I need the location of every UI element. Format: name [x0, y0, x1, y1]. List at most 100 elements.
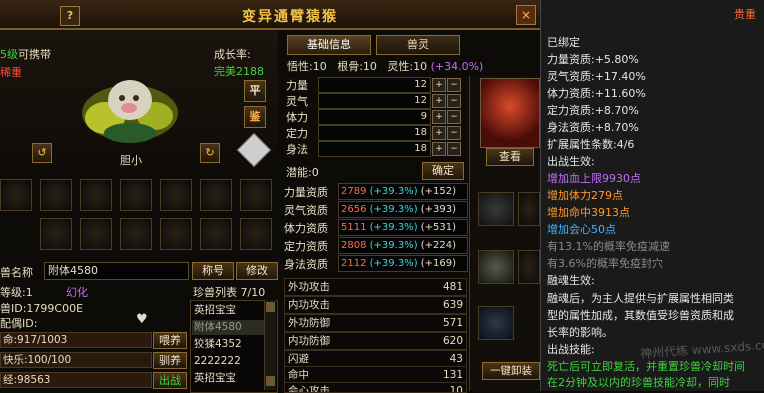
pet-id: 兽ID:1799C00E: [0, 302, 84, 315]
attrs-header: 悟性:10 根骨:10 灵性:10 (+34.0%): [287, 60, 484, 73]
carry-level: 5级可携带: [0, 48, 51, 61]
feed-button[interactable]: 喂养: [153, 332, 187, 349]
tooltip-effect: 增加命中3913点: [547, 206, 630, 219]
aptitude-label: 身法资质: [284, 258, 328, 271]
list-item[interactable]: 英招宝宝: [192, 303, 264, 318]
minus-icon[interactable]: −: [447, 78, 461, 92]
skill-slot[interactable]: [160, 179, 192, 211]
attr-label: 身法: [286, 143, 308, 156]
list-item[interactable]: 附体4580: [192, 320, 264, 335]
close-button[interactable]: ×: [516, 5, 536, 25]
battle-button[interactable]: 出战: [153, 372, 187, 389]
aptitude-label: 力量资质: [284, 186, 328, 199]
tooltip-rarity: 贵重: [734, 8, 756, 21]
pet-list-scrollbar[interactable]: [264, 300, 276, 390]
tooltip-gray-line: 有3.6%的概率免疫封穴: [547, 257, 663, 270]
heart-icon: ♥: [136, 312, 148, 327]
equip-slot[interactable]: [478, 192, 514, 226]
potential-label: 潜能:0: [286, 166, 319, 179]
tab-basic-info[interactable]: 基础信息: [287, 35, 371, 55]
attr-value: 9: [318, 109, 431, 125]
plus-icon[interactable]: +: [432, 126, 446, 140]
tooltip-line: 身法资质:+8.70%: [547, 121, 639, 134]
one-key-unequip-button[interactable]: 一键卸装: [482, 362, 540, 380]
plus-icon[interactable]: +: [432, 110, 446, 124]
rotate-right-icon[interactable]: ↻: [200, 143, 220, 163]
tooltip-line: 体力资质:+11.60%: [547, 87, 646, 100]
hp-bar: 命:917/1003: [0, 332, 152, 348]
confirm-button[interactable]: 确定: [422, 162, 464, 180]
tooltip-effect: 增加血上限9930点: [547, 172, 641, 185]
attr-value: 18: [318, 141, 431, 157]
list-item[interactable]: 英招宝宝: [192, 371, 264, 386]
minus-icon[interactable]: −: [447, 110, 461, 124]
plus-icon[interactable]: +: [432, 142, 446, 156]
aptitude-label: 定力资质: [284, 240, 328, 253]
equip-preview[interactable]: [480, 78, 540, 148]
combat-stat-row: 内功攻击 639: [284, 296, 467, 314]
skill-slot[interactable]: [80, 179, 112, 211]
attribute-rows: 力量 12 + − 灵气 12 + − 体力 9 + − 定力 18 + − 身…: [284, 76, 464, 158]
growth-label: 成长率:: [214, 48, 251, 61]
equip-slot[interactable]: [478, 306, 514, 340]
attr-value: 12: [318, 77, 431, 93]
tooltip-gray-line: 有13.1%的概率免疫减速: [547, 240, 670, 253]
attr-value: 12: [318, 93, 431, 109]
skill-slot[interactable]: [240, 179, 272, 211]
rarity-label: 稀重: [0, 66, 22, 79]
skill-slot[interactable]: [240, 218, 272, 250]
tooltip-fusion-header: 融魂生效:: [547, 274, 595, 287]
pet-level: 等级:1: [0, 286, 33, 299]
list-item[interactable]: 2222222: [192, 354, 264, 369]
view-button[interactable]: 查看: [486, 148, 534, 166]
tooltip-skill-text: 在2分钟及以内的珍兽技能冷却，同时: [547, 376, 730, 389]
tooltip-effect: 增加体力279点: [547, 189, 623, 202]
skill-slot[interactable]: [120, 218, 152, 250]
equip-slot[interactable]: [478, 250, 514, 284]
skill-slot[interactable]: [40, 218, 72, 250]
huanhua-label: 幻化: [66, 286, 88, 299]
ping-button[interactable]: 平: [244, 80, 266, 102]
minus-icon[interactable]: −: [447, 142, 461, 156]
aptitude-value: 2789 (+39.3%) (+152): [338, 183, 468, 200]
happy-bar: 快乐:100/100: [0, 352, 152, 368]
tab-spirit[interactable]: 兽灵: [376, 35, 460, 55]
plus-icon[interactable]: +: [432, 94, 446, 108]
skill-slot[interactable]: [80, 218, 112, 250]
skill-slot[interactable]: [0, 179, 32, 211]
tooltip-fusion-text: 长率的影响。: [547, 326, 613, 339]
equip-slot[interactable]: [518, 250, 540, 284]
rename-button[interactable]: 修改: [236, 262, 278, 280]
title-button[interactable]: 称号: [192, 262, 234, 280]
equip-slot[interactable]: [518, 192, 540, 226]
combat-stat-row: 内功防御 620: [284, 332, 467, 350]
pet-name-label: 兽名称: [0, 266, 33, 279]
tooltip-line: 灵气资质:+17.40%: [547, 70, 646, 83]
partner-id: 配偶ID:: [0, 317, 38, 330]
minus-icon[interactable]: −: [447, 94, 461, 108]
tame-button[interactable]: 驯养: [153, 352, 187, 369]
minus-icon[interactable]: −: [447, 126, 461, 140]
aptitude-label: 体力资质: [284, 222, 328, 235]
rotate-left-icon[interactable]: ↺: [32, 143, 52, 163]
tooltip-line: 扩展属性条数:4/6: [547, 138, 635, 151]
attr-value: 18: [318, 125, 431, 141]
skill-slot[interactable]: [120, 179, 152, 211]
plus-icon[interactable]: +: [432, 78, 446, 92]
window-title: 变异通臂猿猴: [242, 9, 338, 25]
skill-slot[interactable]: [40, 179, 72, 211]
jian-button[interactable]: 鉴: [244, 106, 266, 128]
tooltip-fusion-text: 融魂后，为主人提供与扩展属性相同类: [547, 292, 734, 305]
skill-slot[interactable]: [160, 218, 192, 250]
aptitude-value: 2808 (+39.3%) (+224): [338, 237, 468, 254]
tooltip-fusion-text: 型的属性加成，其数值受珍兽资质和成: [547, 309, 734, 322]
list-item[interactable]: 狡猱4352: [192, 337, 264, 352]
skill-slot[interactable]: [200, 179, 232, 211]
pet-name-input[interactable]: 附体4580: [44, 262, 189, 280]
attr-label: 力量: [286, 79, 308, 92]
help-button[interactable]: ?: [60, 6, 80, 26]
combat-stat-row: 会心攻击 10: [284, 382, 467, 393]
attr-label: 定力: [286, 127, 308, 140]
skill-slot[interactable]: [200, 218, 232, 250]
aptitude-value: 5111 (+39.3%) (+531): [338, 219, 468, 236]
